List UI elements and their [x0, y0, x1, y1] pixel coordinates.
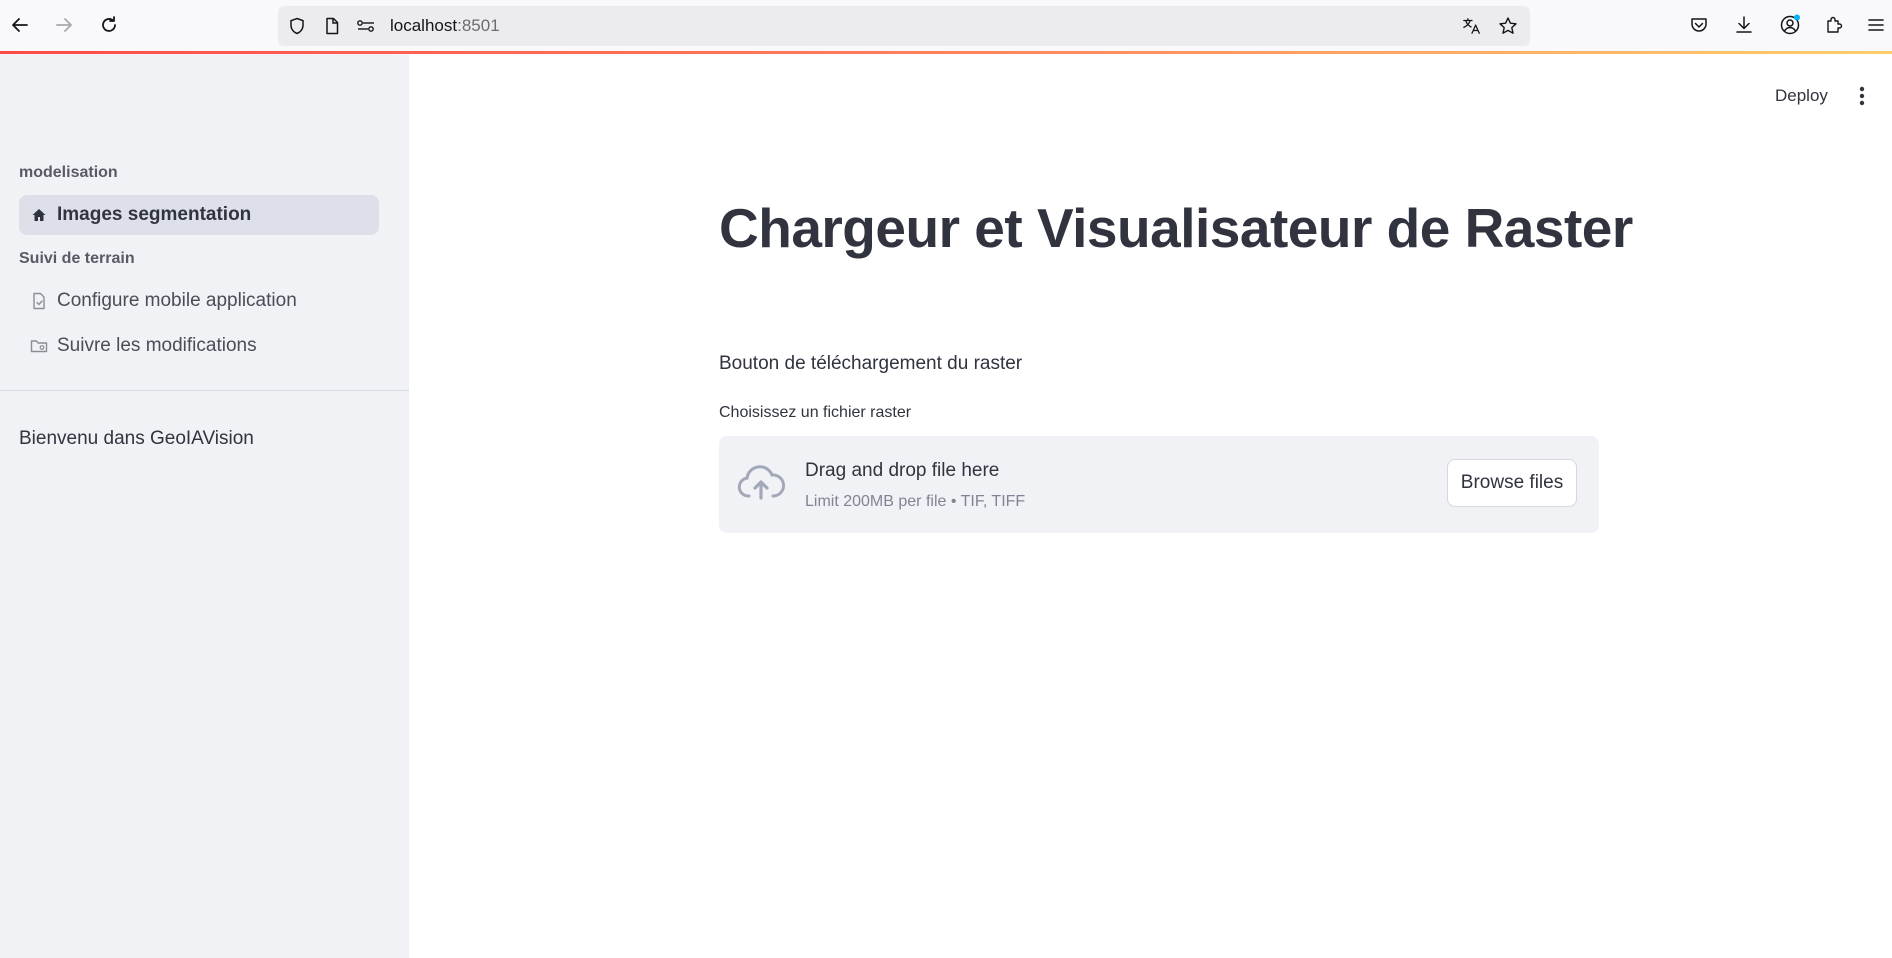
translate-icon[interactable]: [1462, 16, 1482, 36]
file-dropzone[interactable]: Drag and drop file here Limit 200MB per …: [719, 436, 1599, 533]
url-port: :8501: [457, 16, 500, 35]
sidebar-item-label: Suivre les modifications: [57, 335, 257, 356]
permissions-icon[interactable]: [356, 16, 376, 36]
sidebar-item-configure-mobile-application[interactable]: Configure mobile application: [19, 281, 379, 321]
download-icon[interactable]: [1732, 13, 1756, 37]
url-host: localhost: [390, 16, 458, 35]
hamburger-menu-icon[interactable]: [1864, 13, 1888, 37]
reload-icon[interactable]: [95, 11, 123, 39]
sidebar-divider: [0, 390, 409, 391]
browse-files-button[interactable]: Browse files: [1447, 459, 1577, 507]
address-bar[interactable]: localhost:8501: [278, 6, 1530, 46]
deploy-button[interactable]: Deploy: [1775, 86, 1828, 106]
page-icon[interactable]: [322, 16, 342, 36]
puzzle-icon[interactable]: [1822, 13, 1846, 37]
arrow-right-icon[interactable]: [50, 11, 78, 39]
document-icon: [29, 291, 49, 311]
house-icon: [29, 205, 49, 225]
cloud-upload-icon: [737, 462, 785, 506]
star-icon[interactable]: [1498, 16, 1518, 36]
sidebar-item-label: Images segmentation: [57, 204, 252, 225]
sidebar-welcome-text: Bienvenu dans GeoIAVision: [19, 428, 254, 449]
sidebar-item-images-segmentation[interactable]: Images segmentation: [19, 195, 379, 235]
section-subheader: Bouton de téléchargement du raster: [719, 353, 1023, 374]
dropzone-limit: Limit 200MB per file • TIF, TIFF: [805, 493, 1026, 510]
page-title: Chargeur et Visualisateur de Raster: [719, 197, 1633, 259]
sidebar-item-label: Configure mobile application: [57, 290, 297, 311]
nav-section-header: Suivi de terrain: [19, 250, 135, 267]
dropzone-instructions: Drag and drop file here: [805, 460, 1000, 481]
url-text[interactable]: localhost:8501: [390, 16, 500, 36]
sidebar-item-suivre-les-modifications[interactable]: Suivre les modifications: [19, 326, 379, 366]
arrow-left-icon[interactable]: [6, 11, 34, 39]
kebab-menu-icon[interactable]: [1850, 84, 1874, 108]
shield-icon[interactable]: [287, 16, 307, 36]
account-icon[interactable]: [1778, 13, 1802, 37]
browser-toolbar: localhost:8501: [0, 0, 1892, 51]
sidebar: modelisation Images segmentation Suivi d…: [0, 54, 409, 958]
pocket-icon[interactable]: [1687, 13, 1711, 37]
file-uploader-label: Choisissez un fichier raster: [719, 404, 912, 421]
folder-icon: [29, 336, 49, 356]
nav-section-header: modelisation: [19, 164, 118, 181]
